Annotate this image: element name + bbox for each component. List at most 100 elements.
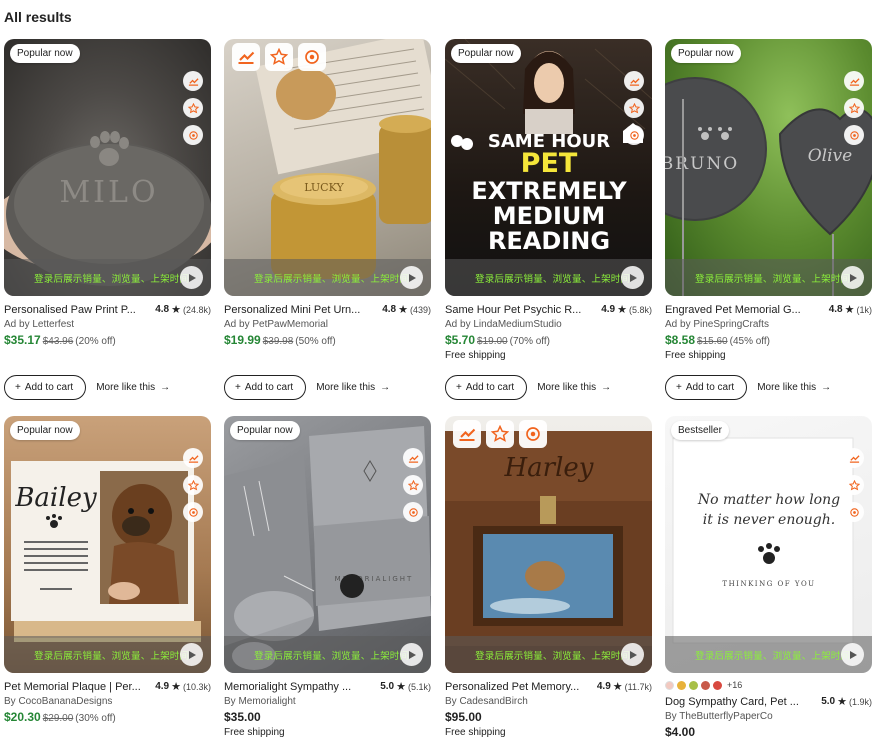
add-to-cart-button[interactable]: + Add to cart	[224, 375, 307, 400]
listing-image[interactable]: No matter how long it is never enough. T…	[665, 416, 872, 673]
target-icon[interactable]	[403, 502, 423, 522]
color-swatch[interactable]	[713, 680, 722, 690]
rating: 4.9 ★ (5.8k)	[601, 304, 652, 316]
listing-title[interactable]: Same Hour Pet Psychic R...	[445, 304, 597, 316]
star-rating-icon: ★	[171, 681, 181, 693]
color-swatch[interactable]	[701, 680, 710, 690]
play-icon[interactable]	[841, 266, 864, 289]
image-text-line: PET	[521, 148, 578, 179]
svg-text:MILO: MILO	[59, 175, 158, 210]
price-value: $4.00	[665, 725, 696, 739]
play-icon[interactable]	[841, 643, 864, 666]
play-icon[interactable]	[400, 643, 423, 666]
listing-image[interactable]: LUCKY 登录后展示销量、浏览量、上架时间	[224, 39, 431, 296]
listing-title[interactable]: Personalized Mini Pet Urn...	[224, 304, 378, 316]
more-like-this-link[interactable]: More like this →	[316, 382, 390, 393]
star-icon[interactable]	[844, 98, 864, 118]
listing-title[interactable]: Pet Memorial Plaque | Per...	[4, 681, 151, 693]
play-icon[interactable]	[621, 266, 644, 289]
color-swatch[interactable]	[665, 680, 674, 690]
stats-icon[interactable]	[453, 420, 481, 448]
arrow-right-icon: →	[160, 382, 171, 393]
stats-icon[interactable]	[624, 71, 644, 91]
stats-overlay: 登录后展示销量、浏览量、上架时间	[224, 636, 431, 673]
target-icon[interactable]	[183, 502, 203, 522]
free-shipping: Free shipping	[665, 350, 726, 361]
target-icon[interactable]	[624, 125, 644, 145]
stats-icon[interactable]	[403, 448, 423, 468]
listing-title[interactable]: Engraved Pet Memorial G...	[665, 304, 825, 316]
original-price: $29.00	[42, 713, 74, 724]
star-rating-icon: ★	[837, 696, 847, 708]
color-swatches[interactable]: +16	[665, 679, 872, 691]
target-icon[interactable]	[183, 125, 203, 145]
more-like-this-link[interactable]: More like this →	[96, 382, 170, 393]
listing-card[interactable]: SAME HOUR PET EXTREMELY MEDIUM READING P…	[445, 39, 652, 400]
stats-icon[interactable]	[844, 71, 864, 91]
stats-icon[interactable]	[183, 448, 203, 468]
original-price: $15.60	[697, 336, 728, 347]
stats-overlay: 登录后展示销量、浏览量、上架时间	[445, 636, 652, 673]
target-icon[interactable]	[844, 502, 864, 522]
add-to-cart-button[interactable]: + Add to cart	[445, 375, 528, 400]
add-to-cart-button[interactable]: + Add to cart	[665, 375, 748, 400]
play-icon[interactable]	[400, 266, 423, 289]
seller-name: By CocoBananaDesigns	[4, 696, 113, 707]
rating: 4.8 ★ (439)	[382, 304, 431, 316]
star-icon[interactable]	[183, 475, 203, 495]
price: $35.00	[224, 710, 431, 724]
target-icon[interactable]	[519, 420, 547, 448]
stats-icon[interactable]	[232, 43, 260, 71]
overlay-text: 登录后展示销量、浏览量、上架时间	[475, 650, 631, 662]
discount: (45% off)	[729, 336, 771, 347]
listing-card[interactable]: MEMORIALIGHT Popular now 登录后展示销量、浏览量、上架时…	[224, 416, 431, 738]
listing-title[interactable]: Personalized Pet Memory...	[445, 681, 593, 693]
listing-card[interactable]: Bailey Popular now 登录后展示销量、浏览量、上架时间 Pet …	[4, 416, 211, 724]
listing-card[interactable]: Harley 登录后展示销量、浏览量、上架时间 Personalized Pet…	[445, 416, 652, 738]
listing-image[interactable]: MILO Popular now 登录后展示销量、浏览量、上架时间	[4, 39, 211, 296]
svg-text:LUCKY: LUCKY	[304, 181, 344, 194]
listing-card[interactable]: MILO Popular now 登录后展示销量、浏览量、上架时间 Person…	[4, 39, 211, 400]
listing-image[interactable]: Bailey Popular now 登录后展示销量、浏览量、上架时间	[4, 416, 211, 673]
star-icon[interactable]	[183, 98, 203, 118]
listing-image[interactable]: BRUNO Olive Popular now 登录后展示销量、浏览量、上架时间	[665, 39, 872, 296]
listing-image[interactable]: SAME HOUR PET EXTREMELY MEDIUM READING P…	[445, 39, 652, 296]
overlay-text: 登录后展示销量、浏览量、上架时间	[695, 650, 851, 662]
add-to-cart-button[interactable]: + Add to cart	[4, 375, 87, 400]
listing-title[interactable]: Personalised Paw Print P...	[4, 304, 151, 316]
svg-text:THINKING OF YOU: THINKING OF YOU	[722, 580, 815, 588]
price: $5.70 $19.00 (70% off)	[445, 333, 652, 347]
color-swatch[interactable]	[677, 680, 686, 690]
more-like-this-link[interactable]: More like this →	[757, 382, 831, 393]
badge: Popular now	[671, 44, 741, 63]
rating: 4.9 ★ (10.3k)	[155, 681, 211, 693]
listing-card[interactable]: No matter how long it is never enough. T…	[665, 416, 872, 739]
badge: Popular now	[10, 421, 80, 440]
star-icon[interactable]	[265, 43, 293, 71]
listing-card[interactable]: BRUNO Olive Popular now 登录后展示销量、浏览量、上架时间…	[665, 39, 872, 400]
play-icon[interactable]	[180, 643, 203, 666]
price-value: $35.00	[224, 710, 261, 724]
listing-card[interactable]: LUCKY 登录后展示销量、浏览量、上架时间 Personalized Mini…	[224, 39, 431, 400]
target-icon[interactable]	[298, 43, 326, 71]
listing-title[interactable]: Dog Sympathy Card, Pet ...	[665, 696, 817, 708]
free-shipping: Free shipping	[445, 727, 506, 738]
stats-icon[interactable]	[844, 448, 864, 468]
play-icon[interactable]	[180, 266, 203, 289]
star-rating-icon: ★	[396, 681, 406, 693]
listing-image[interactable]: Harley 登录后展示销量、浏览量、上架时间	[445, 416, 652, 673]
original-price: $39.98	[262, 336, 294, 347]
play-icon[interactable]	[621, 643, 644, 666]
star-icon[interactable]	[486, 420, 514, 448]
star-icon[interactable]	[624, 98, 644, 118]
listing-image[interactable]: MEMORIALIGHT Popular now 登录后展示销量、浏览量、上架时…	[224, 416, 431, 673]
target-icon[interactable]	[844, 125, 864, 145]
seller-name: Ad by Letterfest	[4, 319, 75, 330]
star-icon[interactable]	[844, 475, 864, 495]
color-swatch[interactable]	[689, 680, 698, 690]
stats-icon[interactable]	[183, 71, 203, 91]
listing-title[interactable]: Memorialight Sympathy ...	[224, 681, 376, 693]
overlay-text: 登录后展示销量、浏览量、上架时间	[34, 650, 190, 662]
star-icon[interactable]	[403, 475, 423, 495]
more-like-this-link[interactable]: More like this →	[537, 382, 611, 393]
